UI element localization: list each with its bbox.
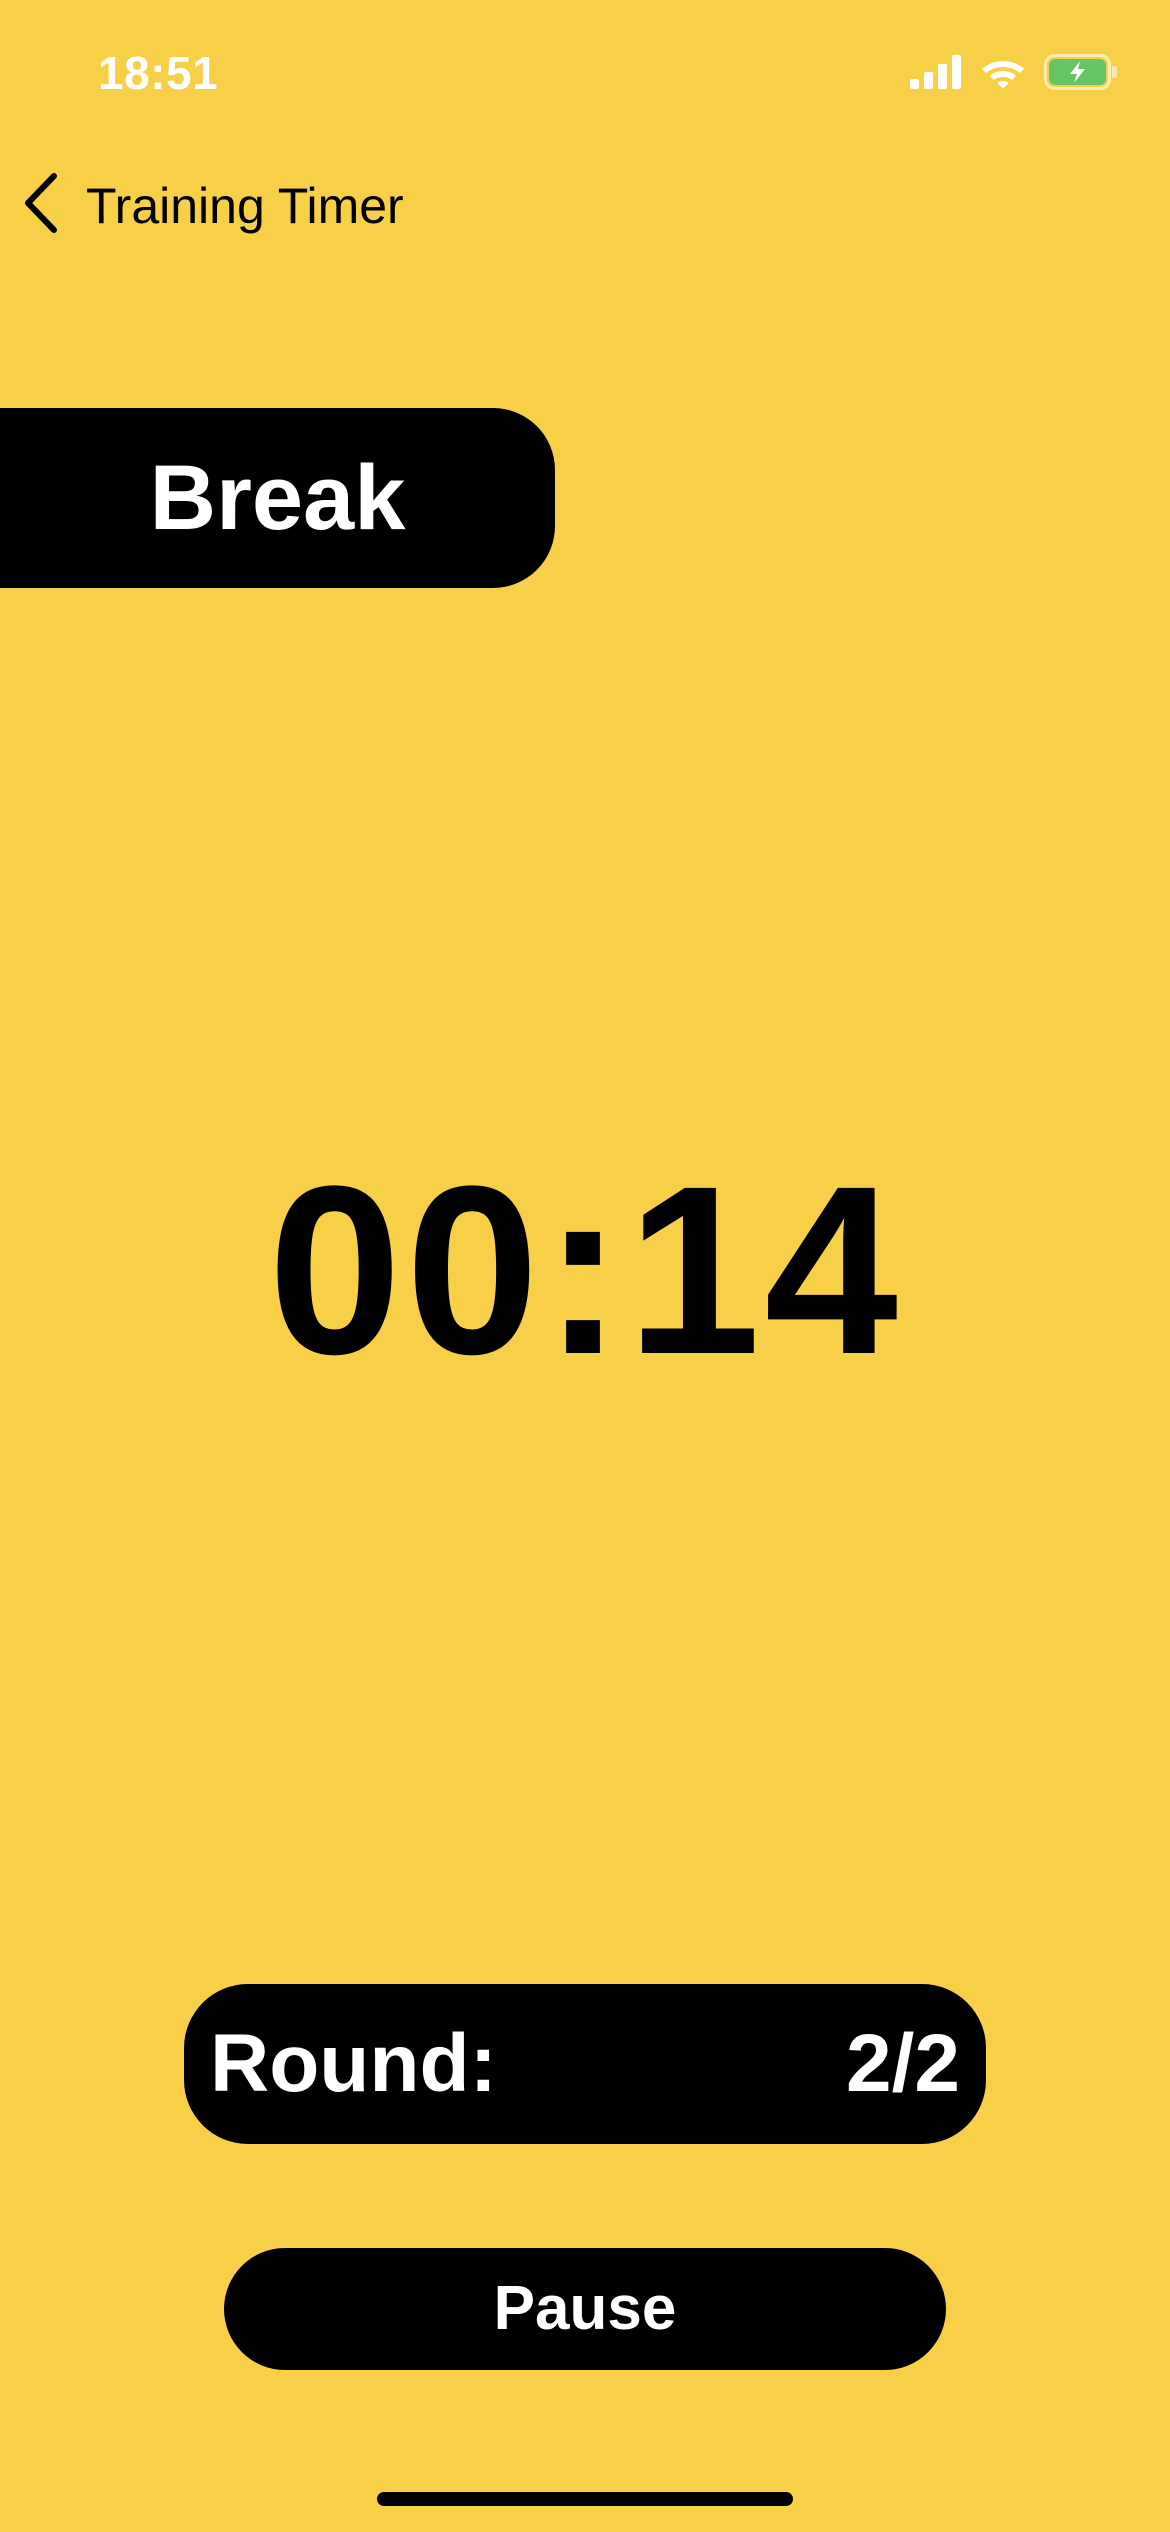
round-indicator: Round: 2/2 <box>184 1984 986 2144</box>
round-value: 2/2 <box>846 2018 960 2109</box>
wifi-icon <box>980 55 1026 89</box>
back-button[interactable]: Training Timer <box>22 172 404 239</box>
phase-badge: Break <box>0 408 555 588</box>
nav-title: Training Timer <box>86 177 404 234</box>
phase-label: Break <box>149 447 406 549</box>
home-indicator[interactable] <box>377 2492 793 2506</box>
status-time: 18:51 <box>98 47 219 99</box>
pause-button[interactable]: Pause <box>224 2248 946 2370</box>
status-icons <box>910 54 1118 90</box>
cellular-signal-icon <box>910 55 962 89</box>
chevron-left-icon <box>22 172 60 239</box>
round-label: Round: <box>210 2018 497 2109</box>
pause-button-label: Pause <box>493 2274 677 2343</box>
timer-display: 00:14 <box>268 1136 902 1404</box>
battery-charging-icon <box>1044 54 1118 90</box>
